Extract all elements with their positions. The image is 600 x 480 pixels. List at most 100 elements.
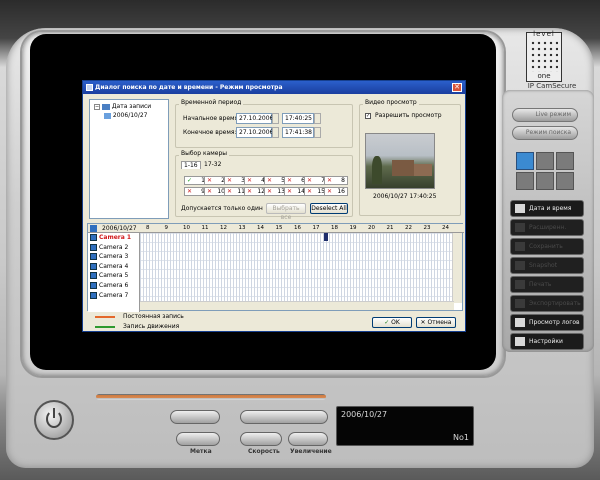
tree-child[interactable]: 2006/10/27	[104, 112, 148, 119]
start-date-spinner[interactable]	[272, 113, 279, 124]
deselect-all-button[interactable]: Deselect All	[310, 203, 348, 214]
camera-list: Camera 1 Camera 2 Camera 3 Camera 4 Camera 5…	[88, 233, 140, 312]
allow-preview-label: Разрешить просмотр	[375, 112, 442, 119]
x-icon: ✕	[287, 188, 293, 195]
timeline-camera-row[interactable]: Camera 2	[90, 243, 128, 252]
cancel-button[interactable]: ✕ Отмена	[416, 317, 456, 328]
tree-root[interactable]: − Дата записи	[94, 103, 151, 110]
layout-full-icon[interactable]	[556, 172, 574, 190]
timeline-camera-row[interactable]: Camera 4	[90, 262, 128, 271]
hour-tick: 20	[368, 225, 375, 231]
hour-tick: 10	[183, 225, 190, 231]
video-preview-label: Видео просмотр	[363, 99, 419, 106]
close-icon[interactable]: ✕	[452, 83, 462, 92]
start-time-spinner[interactable]	[314, 113, 321, 124]
start-date-field[interactable]: 27.10.2006	[236, 113, 273, 124]
menu-item-3[interactable]: Snapshot	[510, 257, 584, 274]
layout-9-icon[interactable]	[516, 172, 534, 190]
only-one-note: Допускается только один	[181, 205, 263, 212]
zoom-label: Увеличение	[290, 448, 332, 455]
ok-button[interactable]: ✓ OK	[372, 317, 412, 328]
power-icon-bar	[53, 408, 55, 418]
timeline-camera-label: Camera 3	[99, 253, 129, 261]
menu-icon	[515, 337, 525, 346]
select-all-button[interactable]: Выбрать все	[266, 203, 306, 221]
camera-checkbox-16[interactable]: ✕ 16	[324, 187, 348, 196]
progress-slot	[96, 394, 326, 400]
timeline-camera-label: Camera 6	[99, 282, 129, 289]
x-icon: ✕	[420, 319, 426, 326]
mark-controls[interactable]	[170, 410, 220, 424]
search-mode-button[interactable]: Режим поиска	[512, 126, 578, 140]
menu-item-label: Расширенн.	[529, 224, 567, 231]
menu-icon	[515, 299, 525, 308]
timeline-camera-label: Camera 5	[99, 272, 129, 280]
hour-tick: 24	[442, 225, 449, 231]
legend-continuous-swatch	[95, 316, 115, 318]
x-icon: ✕	[307, 177, 313, 184]
playback-controls[interactable]	[240, 410, 328, 424]
menu-item-label: Печать	[529, 281, 552, 288]
camera-checkbox-8[interactable]: ✕ 8	[324, 176, 348, 185]
timeline-camera-row[interactable]: Camera 3	[90, 252, 128, 261]
timeline-vscroll[interactable]	[452, 233, 462, 303]
x-icon: ✕	[227, 188, 233, 195]
layout-16-icon[interactable]	[536, 172, 554, 190]
menu-item-label: Экспортировать	[529, 300, 581, 307]
timeline-camera-row[interactable]: Camera 5	[90, 271, 128, 280]
menu-item-7[interactable]: Настройки	[510, 333, 584, 350]
timeline-camera-row[interactable]: Camera 6	[90, 281, 128, 290]
menu-item-5[interactable]: Экспортировать	[510, 295, 584, 312]
timeline-hscroll[interactable]	[140, 301, 454, 310]
end-date-field[interactable]: 27.10.2006	[236, 127, 273, 138]
brand-line2: one	[537, 72, 551, 80]
legend-continuous: Постоянная запись	[123, 313, 184, 320]
timeline-camera-label: Camera 2	[99, 243, 129, 251]
preview-tree	[372, 156, 382, 184]
hour-tick: 15	[275, 225, 283, 231]
x-icon: ✕	[267, 188, 273, 195]
end-date-spinner[interactable]	[272, 127, 279, 138]
live-mode-button[interactable]: Live режим	[512, 108, 578, 122]
hour-tick: 13	[238, 225, 246, 231]
menu-icon	[515, 223, 525, 232]
brand-dots	[530, 40, 558, 72]
end-time-spinner[interactable]	[314, 127, 321, 138]
end-time-field[interactable]: 17:41:38	[282, 127, 314, 138]
speed-control[interactable]	[240, 432, 282, 446]
tab-cameras-1-16[interactable]: 1-16	[181, 161, 201, 169]
menu-item-1[interactable]: Расширенн.	[510, 219, 584, 236]
tab-cameras-17-32[interactable]: 17-32	[202, 161, 223, 168]
menu-item-label: Snapshot	[529, 262, 558, 269]
hour-tick: 8	[146, 225, 150, 231]
cancel-label: Отмена	[427, 319, 452, 326]
mark-slider[interactable]	[176, 432, 220, 446]
zoom-control[interactable]	[288, 432, 328, 446]
menu-item-4[interactable]: Печать	[510, 276, 584, 293]
timeline-position-marker[interactable]	[324, 233, 328, 241]
camera-select-label: Выбор камеры	[179, 150, 230, 157]
timeline-camera-row[interactable]: Camera 1	[90, 233, 131, 242]
time-period-label: Временной период	[179, 99, 244, 106]
layout-pip-icon[interactable]	[556, 152, 574, 170]
x-icon: ✕	[287, 177, 293, 184]
camera-number: 8	[341, 177, 345, 184]
timeline-grid[interactable]	[140, 233, 452, 303]
layout-4-icon[interactable]	[536, 152, 554, 170]
x-icon: ✕	[207, 177, 213, 184]
layout-1-icon[interactable]	[516, 152, 534, 170]
allow-preview-checkbox[interactable]: ✓	[365, 113, 371, 119]
menu-item-6[interactable]: Просмотр логов	[510, 314, 584, 331]
timeline-camera-row[interactable]: Camera 7	[90, 291, 128, 300]
menu-item-0[interactable]: Дата и время	[510, 200, 584, 217]
camera-number: 16	[337, 188, 345, 195]
start-time-field[interactable]: 17:40:25	[282, 113, 314, 124]
power-button[interactable]	[34, 400, 74, 440]
folder-icon	[101, 103, 110, 110]
start-time-label: Начальное время:	[183, 115, 241, 122]
time-period-group	[175, 104, 353, 148]
timeline-camera-label: Camera 4	[99, 262, 129, 270]
x-icon: ✕	[207, 188, 213, 195]
x-icon: ✕	[187, 188, 193, 195]
menu-item-2[interactable]: Сохранить видео	[510, 238, 584, 265]
